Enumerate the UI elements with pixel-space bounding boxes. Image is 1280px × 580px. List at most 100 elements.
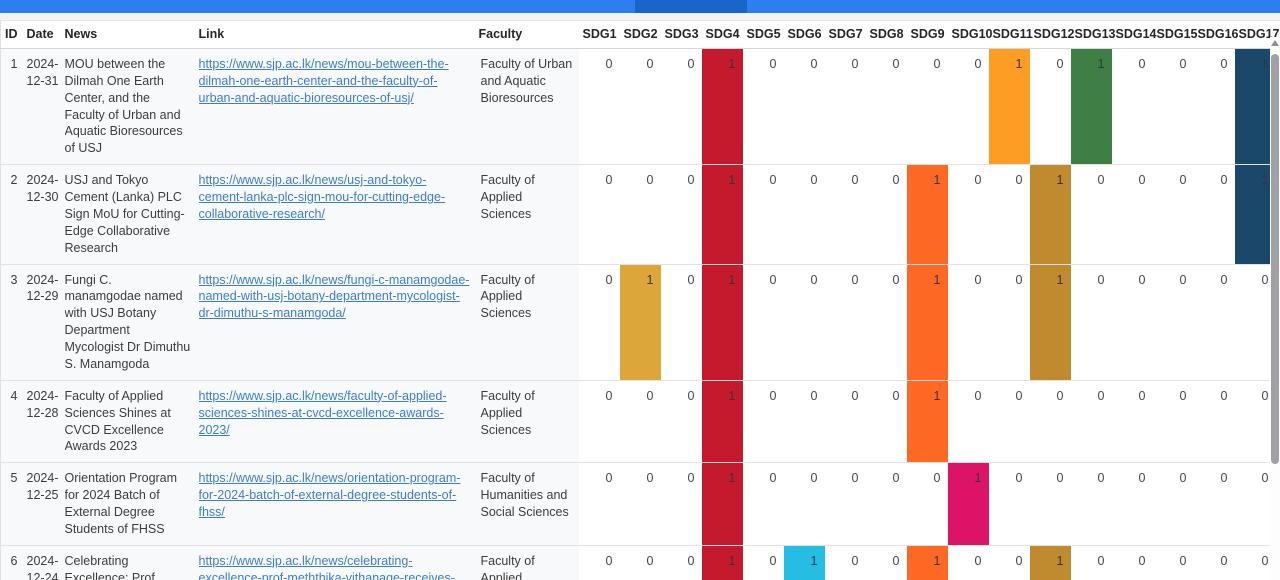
news-link[interactable]: https://www.sjp.ac.lk/news/mou-between-t… <box>199 57 449 105</box>
news-link[interactable]: https://www.sjp.ac.lk/news/orientation-p… <box>199 471 461 519</box>
cell-sdg15: 0 <box>1153 48 1194 164</box>
cell-sdg1: 0 <box>579 264 620 380</box>
cell-link: https://www.sjp.ac.lk/news/usj-and-tokyo… <box>199 165 479 264</box>
cell-sdg4: 1 <box>702 463 743 546</box>
cell-sdg12: 0 <box>1030 463 1071 546</box>
cell-sdg11: 0 <box>989 463 1030 546</box>
cell-sdg3: 0 <box>661 545 702 580</box>
cell-news: USJ and Tokyo Cement (Lanka) PLC Sign Mo… <box>65 165 199 264</box>
cell-sdg12: 1 <box>1030 165 1071 264</box>
column-header-sdg12: SDG12 <box>1030 21 1071 48</box>
vertical-scrollbar-thumb[interactable] <box>1271 54 1279 464</box>
cell-sdg6: 0 <box>784 463 825 546</box>
cell-link: https://www.sjp.ac.lk/news/celebrating-e… <box>199 545 479 580</box>
cell-sdg11: 0 <box>989 380 1030 463</box>
cell-id: 3 <box>1 264 21 380</box>
news-link[interactable]: https://www.sjp.ac.lk/news/celebrating-e… <box>199 554 455 580</box>
cell-sdg7: 0 <box>825 264 866 380</box>
news-link[interactable]: https://www.sjp.ac.lk/news/faculty-of-ap… <box>199 389 447 437</box>
news-link[interactable]: https://www.sjp.ac.lk/news/usj-and-tokyo… <box>199 173 446 221</box>
cell-faculty: Faculty of Applied Sciences <box>479 264 579 380</box>
cell-sdg12: 1 <box>1030 264 1071 380</box>
cell-sdg7: 0 <box>825 545 866 580</box>
cell-news: Celebrating Excellence: Prof. Meththika … <box>65 545 199 580</box>
cell-sdg16: 0 <box>1194 264 1235 380</box>
table-row: 1 2024-12-31MOU between the Dilmah One Ea… <box>1 48 1276 164</box>
column-header-date: Date <box>21 21 65 48</box>
cell-sdg9: 0 <box>907 48 948 164</box>
scroll-up-arrow-icon[interactable] <box>1271 40 1279 46</box>
cell-date: 2024-12-30 <box>21 165 65 264</box>
cell-sdg1: 0 <box>579 545 620 580</box>
vertical-scrollbar-track[interactable] <box>1270 37 1280 580</box>
cell-sdg5: 0 <box>743 165 784 264</box>
cell-sdg12: 0 <box>1030 48 1071 164</box>
cell-sdg14: 0 <box>1112 264 1153 380</box>
cell-sdg5: 0 <box>743 545 784 580</box>
cell-sdg10: 0 <box>948 545 989 580</box>
cell-sdg14: 0 <box>1112 48 1153 164</box>
column-header-id: ID <box>1 21 21 48</box>
header-row: IDDateNewsLinkFacultySDG1SDG2SDG3SDG4SDG… <box>1 21 1276 48</box>
column-header-sdg9: SDG9 <box>907 21 948 48</box>
horizontal-scrollbar-thumb[interactable] <box>635 0 747 13</box>
cell-date: 2024-12-29 <box>21 264 65 380</box>
cell-news: MOU between the Dilmah One Earth Center,… <box>65 48 199 164</box>
cell-sdg3: 0 <box>661 463 702 546</box>
cell-sdg13: 1 <box>1071 48 1112 164</box>
cell-news: Orientation Program for 2024 Batch of Ex… <box>65 463 199 546</box>
cell-sdg11: 0 <box>989 545 1030 580</box>
cell-link: https://www.sjp.ac.lk/news/faculty-of-ap… <box>199 380 479 463</box>
cell-sdg13: 0 <box>1071 165 1112 264</box>
table-row: 62024-12-24Celebrating Excellence: Prof.… <box>1 545 1276 580</box>
cell-sdg8: 0 <box>866 264 907 380</box>
cell-sdg13: 0 <box>1071 545 1112 580</box>
cell-sdg8: 0 <box>866 463 907 546</box>
cell-sdg14: 0 <box>1112 165 1153 264</box>
cell-sdg9: 0 <box>907 463 948 546</box>
cell-sdg15: 0 <box>1153 545 1194 580</box>
cell-faculty: Faculty of Humanities and Social Science… <box>479 463 579 546</box>
cell-sdg16: 0 <box>1194 48 1235 164</box>
cell-faculty: Faculty of Urban and Aquatic Bioresource… <box>479 48 579 164</box>
cell-sdg9: 1 <box>907 264 948 380</box>
column-header-sdg11: SDG11 <box>989 21 1030 48</box>
column-header-sdg10: SDG10 <box>948 21 989 48</box>
column-header-sdg8: SDG8 <box>866 21 907 48</box>
column-header-sdg6: SDG6 <box>784 21 825 48</box>
horizontal-scrollbar-track[interactable] <box>0 0 1280 13</box>
cell-sdg8: 0 <box>866 48 907 164</box>
cell-faculty: Faculty of Applied Sciences <box>479 545 579 580</box>
column-header-sdg16: SDG16 <box>1194 21 1235 48</box>
news-sdg-table: IDDateNewsLinkFacultySDG1SDG2SDG3SDG4SDG… <box>0 21 1276 580</box>
cell-sdg2: 0 <box>620 48 661 164</box>
column-header-sdg5: SDG5 <box>743 21 784 48</box>
cell-sdg16: 0 <box>1194 380 1235 463</box>
cell-sdg2: 0 <box>620 463 661 546</box>
cell-sdg16: 0 <box>1194 165 1235 264</box>
column-header-sdg2: SDG2 <box>620 21 661 48</box>
cell-date: 2024-12-31 <box>21 48 65 164</box>
cell-sdg6: 0 <box>784 165 825 264</box>
cell-sdg4: 1 <box>702 264 743 380</box>
cell-sdg6: 0 <box>784 48 825 164</box>
cell-sdg4: 1 <box>702 545 743 580</box>
news-link[interactable]: https://www.sjp.ac.lk/news/fungi-c-manam… <box>199 273 470 321</box>
cell-sdg7: 0 <box>825 165 866 264</box>
cell-news: Faculty of Applied Sciences Shines at CV… <box>65 380 199 463</box>
cell-sdg4: 1 <box>702 165 743 264</box>
cell-sdg15: 0 <box>1153 165 1194 264</box>
column-header-sdg13: SDG13 <box>1071 21 1112 48</box>
column-header-news: News <box>65 21 199 48</box>
column-header-sdg1: SDG1 <box>579 21 620 48</box>
cell-id: 4 <box>1 380 21 463</box>
cell-sdg3: 0 <box>661 380 702 463</box>
table-row: 32024-12-29Fungi C. manamgodae named wit… <box>1 264 1276 380</box>
cell-sdg16: 0 <box>1194 545 1235 580</box>
table-body: 1 2024-12-31MOU between the Dilmah One Ea… <box>1 48 1276 580</box>
cell-sdg9: 1 <box>907 380 948 463</box>
cell-sdg10: 1 <box>948 463 989 546</box>
column-header-sdg3: SDG3 <box>661 21 702 48</box>
cell-sdg9: 1 <box>907 165 948 264</box>
cell-sdg11: 0 <box>989 264 1030 380</box>
